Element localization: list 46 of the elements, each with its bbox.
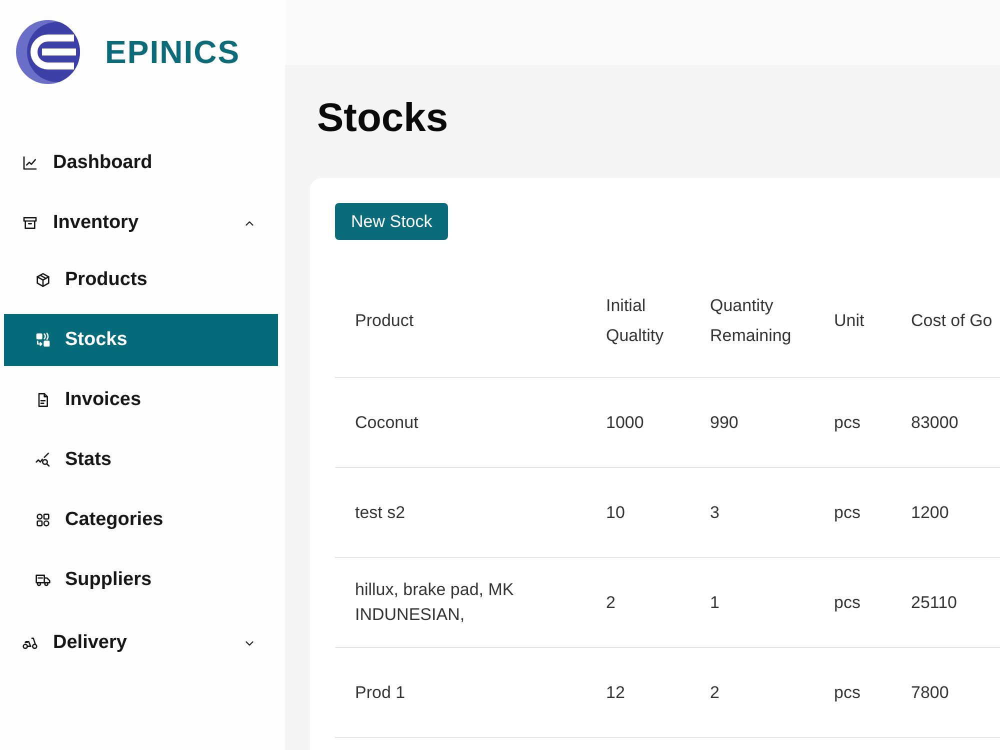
table-cell: 2 — [690, 647, 814, 737]
brand-name: EPINICS — [105, 34, 240, 70]
table-cell: 3 — [690, 467, 814, 557]
column-header: Cost of Go — [891, 265, 1000, 377]
truck-icon — [35, 572, 51, 588]
table-cell: 12 — [586, 647, 690, 737]
table-cell: pcs — [814, 377, 891, 467]
sidebar-item[interactable]: Products — [4, 254, 278, 306]
sidebar-item[interactable]: Dashboard — [4, 137, 278, 189]
table-cell: 25110 — [891, 557, 1000, 647]
table-cell: pcs — [814, 467, 891, 557]
column-header: Unit — [814, 265, 891, 377]
column-header: Product — [335, 265, 586, 377]
table-cell: 2 — [586, 557, 690, 647]
sidebar-item[interactable]: Stocks — [4, 314, 278, 366]
grid-icon — [35, 512, 51, 528]
scooter-icon — [22, 635, 38, 651]
new-stock-button[interactable]: New Stock — [335, 203, 448, 240]
sidebar-item[interactable]: Invoices — [4, 374, 278, 426]
sidebar-item[interactable]: Delivery — [4, 617, 278, 669]
table-cell: pcs — [814, 647, 891, 737]
table-cell: test s2 — [335, 467, 586, 557]
table-cell: 10 — [586, 467, 690, 557]
sidebar-item[interactable]: Stats — [4, 434, 278, 486]
chart-search-icon — [35, 452, 51, 468]
table-cell: pcs — [814, 557, 891, 647]
archive-box-icon — [22, 215, 38, 231]
table-cell: 990 — [690, 377, 814, 467]
table-cell: 83000 — [891, 377, 1000, 467]
column-header: Quantity Remaining — [690, 265, 814, 377]
sidebar-item[interactable]: Inventory — [4, 197, 278, 249]
exchange-icon — [35, 332, 51, 348]
table-cell: hillux, brake pad, MK INDUNESIAN, — [335, 557, 586, 647]
column-header: Initial Qualtity — [586, 265, 690, 377]
table-cell: Prod 1 — [335, 647, 586, 737]
cube-icon — [35, 272, 51, 288]
line-chart-icon — [22, 155, 38, 171]
table-cell: 1 — [690, 557, 814, 647]
logo-icon — [16, 20, 80, 84]
table-cell: 7800 — [891, 647, 1000, 737]
page-title: Stocks — [317, 96, 448, 141]
sidebar-item[interactable]: Suppliers — [4, 554, 278, 606]
table-cell: 1200 — [891, 467, 1000, 557]
sidebar-item[interactable]: Categories — [4, 494, 278, 546]
table-cell: 1000 — [586, 377, 690, 467]
table-cell: Coconut — [335, 377, 586, 467]
